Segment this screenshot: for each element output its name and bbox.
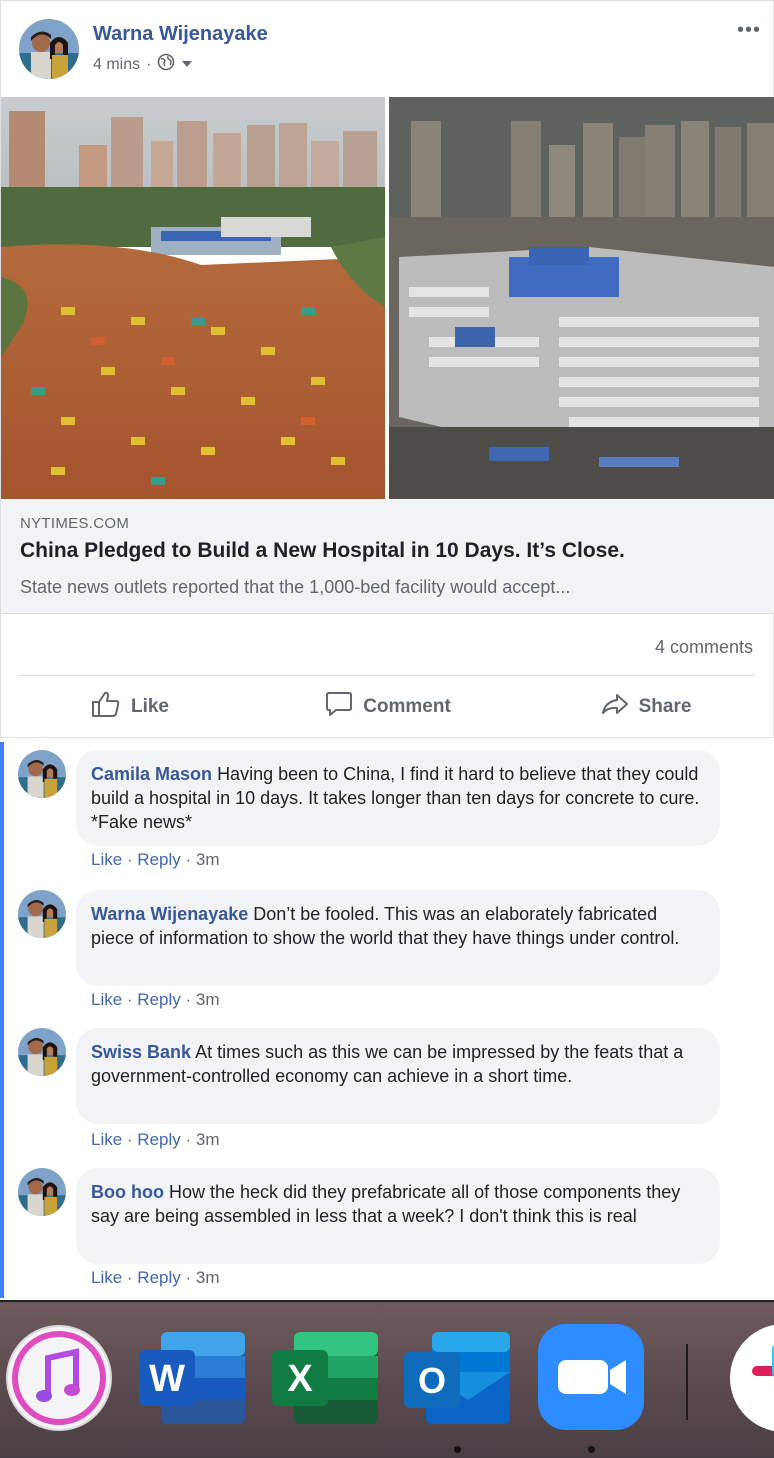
comment-time[interactable]: 3m [196, 1130, 220, 1149]
comment-actions: Like · Reply · 3m [91, 850, 220, 869]
comment-like-link[interactable]: Like [91, 1130, 122, 1149]
link-title[interactable]: China Pledged to Build a New Hospital in… [20, 539, 625, 563]
author-avatar[interactable] [19, 19, 79, 79]
svg-text:O: O [418, 1360, 446, 1401]
commenter-avatar[interactable] [18, 1028, 66, 1076]
link-description: State news outlets reported that the 1,0… [20, 577, 571, 597]
comments-accent-bar [0, 742, 4, 1298]
commenter-name[interactable]: Swiss Bank [91, 1042, 191, 1062]
more-options-icon[interactable]: ••• [737, 19, 761, 42]
comment-actions: Like · Reply · 3m [91, 990, 220, 1009]
comments-section: Camila Mason Having been to China, I fin… [0, 738, 774, 1300]
commenter-name[interactable]: Warna Wijenayake [91, 904, 248, 924]
comment-reply-link[interactable]: Reply [137, 1268, 180, 1287]
comments-count[interactable]: 4 comments [655, 637, 753, 658]
comment-button[interactable]: Comment [259, 677, 517, 737]
comment-reply-link[interactable]: Reply [137, 850, 180, 869]
slack-icon[interactable] [728, 1322, 774, 1434]
chevron-down-icon[interactable] [181, 56, 193, 74]
comment-bubble: Camila Mason Having been to China, I fin… [76, 750, 720, 846]
post-header: Warna Wijenayake 4 mins · ••• [1, 1, 774, 97]
thumbs-up-icon [91, 690, 121, 724]
zoom-icon[interactable] [536, 1322, 646, 1434]
share-label: Share [638, 696, 692, 717]
like-label: Like [130, 696, 170, 717]
commenter-avatar[interactable] [18, 1168, 66, 1216]
svg-text:W: W [149, 1358, 185, 1400]
actions-divider [19, 675, 755, 676]
comment-bubble: Swiss Bank At times such as this we can … [76, 1028, 720, 1124]
comment-actions: Like · Reply · 3m [91, 1268, 220, 1287]
comment-like-link[interactable]: Like [91, 850, 122, 869]
comment-like-link[interactable]: Like [91, 1268, 122, 1287]
speech-bubble-icon [325, 691, 353, 723]
globe-icon[interactable] [157, 53, 175, 76]
svg-text:X: X [287, 1358, 313, 1400]
comment-reply-link[interactable]: Reply [137, 1130, 180, 1149]
author-name[interactable]: Warna Wijenayake [93, 23, 268, 46]
comment-bubble: Warna Wijenayake Don’t be fooled. This w… [76, 890, 720, 986]
post-actions: Like Comment Share [1, 677, 774, 737]
link-preview[interactable]: NYTIMES.COM China Pledged to Build a New… [1, 499, 774, 614]
comment-reply-link[interactable]: Reply [137, 990, 180, 1009]
outlook-icon[interactable]: O [402, 1322, 512, 1434]
construction-site-photo [1, 97, 385, 499]
completed-hospital-photo [389, 97, 774, 499]
link-preview-image[interactable] [1, 97, 774, 499]
excel-icon[interactable]: X [270, 1322, 380, 1434]
commenter-name[interactable]: Camila Mason [91, 764, 212, 784]
comment-actions: Like · Reply · 3m [91, 1130, 220, 1149]
comment-time[interactable]: 3m [196, 1268, 220, 1287]
comment-time[interactable]: 3m [196, 850, 220, 869]
outlook-running-indicator [454, 1446, 461, 1453]
commenter-avatar[interactable] [18, 750, 66, 798]
comment-like-link[interactable]: Like [91, 990, 122, 1009]
comment-label: Comment [363, 696, 451, 717]
post-time[interactable]: 4 mins [93, 56, 140, 74]
itunes-icon[interactable] [4, 1322, 114, 1434]
commenter-avatar[interactable] [18, 890, 66, 938]
post-card: Warna Wijenayake 4 mins · ••• NYTIMES.CO… [0, 0, 774, 738]
word-icon[interactable]: W [137, 1322, 247, 1434]
comment-time[interactable]: 3m [196, 990, 220, 1009]
comment-text: How the heck did they prefabricate all o… [91, 1182, 681, 1226]
like-button[interactable]: Like [1, 677, 259, 737]
comment-bubble: Boo hoo How the heck did they prefabrica… [76, 1168, 720, 1264]
commenter-name[interactable]: Boo hoo [91, 1182, 164, 1202]
share-arrow-icon [601, 692, 629, 722]
share-button[interactable]: Share [517, 677, 774, 737]
link-domain: NYTIMES.COM [20, 515, 130, 532]
meta-separator: · [146, 55, 152, 73]
dock-separator [686, 1344, 688, 1420]
macos-dock: W X O [0, 1300, 774, 1458]
zoom-running-indicator [588, 1446, 595, 1453]
post-meta: 4 mins · [93, 53, 193, 76]
